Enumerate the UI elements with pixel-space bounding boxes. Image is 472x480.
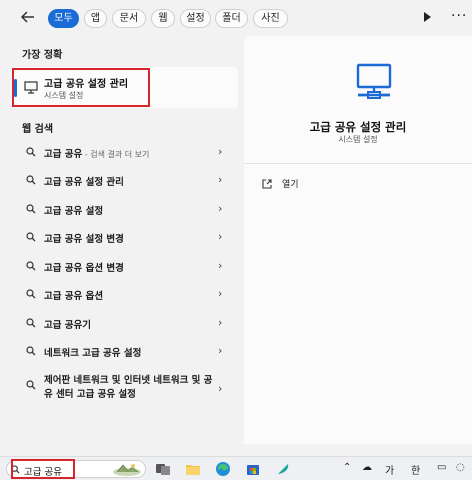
- web-result-label: 고급 공유 설정: [44, 206, 104, 217]
- tab-all[interactable]: 모두: [48, 9, 79, 28]
- search-highlight-art-icon: [113, 464, 141, 476]
- web-result-label: 네트워크 고급 공유 설정: [44, 348, 142, 359]
- divider: [244, 163, 472, 164]
- web-result[interactable]: 네트워크 고급 공유 설정 ›: [11, 338, 238, 364]
- tab-apps[interactable]: 앱: [84, 9, 107, 28]
- preview-subtitle: 시스템 설정: [338, 135, 378, 144]
- web-result-label: 제어판 네트워크 및 인터넷 네트워크 및 공유 센터 고급 공유 설정: [44, 375, 213, 400]
- chevron-right-icon: ›: [218, 287, 223, 300]
- web-search-heading: 웹 검색: [22, 124, 54, 135]
- web-result-label: 고급 공유 설정 관리: [44, 177, 124, 188]
- web-result[interactable]: 고급 공유 설정 ›: [11, 196, 238, 222]
- cloud-icon[interactable]: ☁: [362, 462, 372, 473]
- search-icon: [26, 175, 36, 185]
- highlight-box: [12, 68, 150, 107]
- web-result-label: 고급 공유 - 검색 결과 더 보기: [44, 149, 150, 160]
- search-icon: [26, 204, 36, 214]
- back-arrow-icon[interactable]: [20, 9, 40, 27]
- highlight-box: [11, 459, 75, 479]
- display-icon[interactable]: ▭: [437, 462, 446, 473]
- chevron-right-icon: ›: [218, 382, 223, 395]
- web-result-label: 고급 공유 설정 변경: [44, 234, 124, 245]
- app-icon[interactable]: [275, 461, 291, 477]
- tab-documents[interactable]: 문서: [112, 9, 146, 28]
- web-result[interactable]: 고급 공유 옵션 ›: [11, 281, 238, 307]
- search-icon: [26, 261, 36, 271]
- best-match-heading: 가장 정확: [22, 50, 63, 61]
- web-result[interactable]: 고급 공유 설정 관리 ›: [11, 167, 238, 193]
- open-action[interactable]: 열기: [282, 177, 299, 190]
- web-result[interactable]: 고급 공유 옵션 변경 ›: [11, 253, 238, 279]
- tab-folders[interactable]: 폴더: [215, 9, 248, 28]
- web-result[interactable]: 제어판 네트워크 및 인터넷 네트워크 및 공유 센터 고급 공유 설정 ›: [11, 372, 238, 408]
- web-result-label: 고급 공유 옵션 변경: [44, 263, 124, 274]
- web-result-label: 고급 공유기: [44, 320, 92, 331]
- chevron-right-icon: ›: [218, 202, 223, 215]
- file-explorer-icon[interactable]: [185, 461, 201, 477]
- search-icon: [26, 318, 36, 328]
- chevron-up-icon[interactable]: ⌃: [343, 462, 351, 473]
- microsoft-store-icon[interactable]: [245, 461, 261, 477]
- chevron-right-icon: ›: [218, 344, 223, 357]
- web-result[interactable]: 고급 공유 설정 변경 ›: [11, 224, 238, 250]
- tab-photos[interactable]: 사진: [253, 9, 288, 28]
- more-options-icon[interactable]: ···: [451, 8, 467, 24]
- web-result-label: 고급 공유 옵션: [44, 291, 104, 302]
- task-view-icon[interactable]: [155, 461, 171, 477]
- play-icon[interactable]: [424, 12, 431, 22]
- ime-mode[interactable]: 가: [385, 462, 394, 477]
- preview-title: 고급 공유 설정 관리: [309, 120, 407, 134]
- notification-icon[interactable]: ◌: [456, 462, 465, 473]
- chevron-right-icon: ›: [218, 173, 223, 186]
- language-indicator[interactable]: 한: [411, 462, 420, 477]
- chevron-right-icon: ›: [218, 145, 223, 158]
- search-icon: [26, 380, 36, 390]
- network-settings-icon: [354, 62, 394, 102]
- search-icon: [26, 346, 36, 356]
- tab-settings[interactable]: 설정: [180, 9, 211, 28]
- tab-web[interactable]: 웹: [151, 9, 175, 28]
- chevron-right-icon: ›: [218, 230, 223, 243]
- open-external-icon: [262, 179, 272, 189]
- web-result-suffix: - 검색 결과 더 보기: [82, 150, 150, 159]
- search-icon: [26, 147, 36, 157]
- web-result[interactable]: 고급 공유기 ›: [11, 310, 238, 336]
- filter-bar: 모두 앱 문서 웹 설정 폴더 사진 ···: [0, 0, 472, 36]
- chevron-right-icon: ›: [218, 316, 223, 329]
- preview-pane: 고급 공유 설정 관리 시스템 설정 열기: [244, 36, 472, 444]
- search-icon: [26, 289, 36, 299]
- web-result[interactable]: 고급 공유 - 검색 결과 더 보기 ›: [11, 139, 238, 165]
- edge-browser-icon[interactable]: [215, 461, 231, 477]
- search-icon: [26, 232, 36, 242]
- chevron-right-icon: ›: [218, 259, 223, 272]
- start-search-panel: 모두 앱 문서 웹 설정 폴더 사진 ··· 가장 정확 고급 공유 설정 관리…: [0, 0, 472, 456]
